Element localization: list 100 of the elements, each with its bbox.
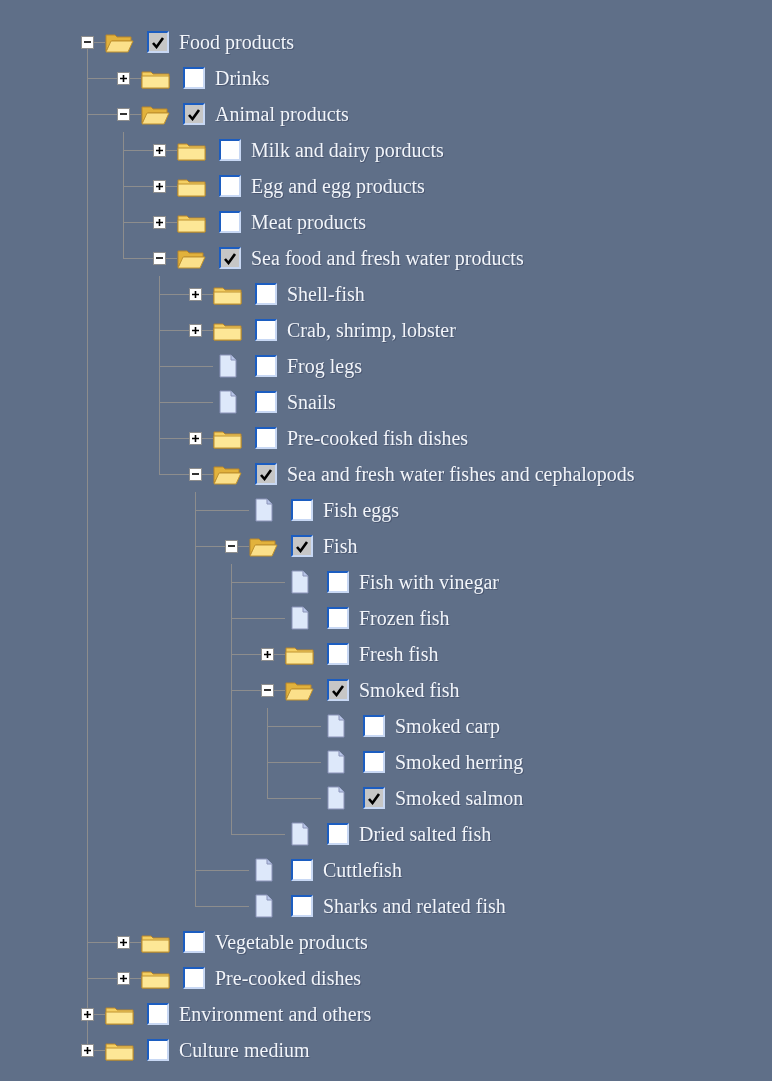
tree-item-label[interactable]: Crab, shrimp, lobster (287, 315, 456, 345)
expand-toggle[interactable] (260, 647, 274, 661)
expand-toggle[interactable] (152, 215, 166, 229)
collapse-toggle[interactable] (80, 35, 94, 49)
tree-item-label[interactable]: Smoked carp (395, 711, 500, 741)
expand-toggle[interactable] (116, 971, 130, 985)
tree-item-label[interactable]: Meat products (251, 207, 366, 237)
checkbox[interactable] (255, 391, 277, 413)
expand-toggle[interactable] (80, 1043, 94, 1057)
checkbox[interactable] (255, 283, 277, 305)
checkbox[interactable] (219, 211, 241, 233)
checkbox[interactable] (219, 175, 241, 197)
plus-icon (190, 289, 200, 299)
checkbox[interactable] (255, 355, 277, 377)
tree-item-label[interactable]: Sea food and fresh water products (251, 243, 524, 273)
tree-item-label[interactable]: Fish eggs (323, 495, 400, 525)
checkbox[interactable] (183, 67, 205, 89)
checkbox[interactable] (255, 319, 277, 341)
plus-icon (82, 1045, 92, 1055)
tree-item-label[interactable]: Smoked fish (359, 675, 460, 705)
document-icon (288, 606, 312, 630)
document-icon (288, 822, 312, 846)
checkbox[interactable] (147, 31, 169, 53)
collapse-toggle[interactable] (152, 251, 166, 265)
plus-icon (118, 973, 128, 983)
document-icon (252, 894, 276, 918)
tree-item-label[interactable]: Sharks and related fish (323, 891, 506, 921)
expand-toggle[interactable] (152, 179, 166, 193)
tree-item-label[interactable]: Frozen fish (359, 603, 450, 633)
tree-item-label[interactable]: Pre-cooked fish dishes (287, 423, 469, 453)
expand-toggle[interactable] (116, 935, 130, 949)
plus-icon (118, 937, 128, 947)
plus-icon (190, 325, 200, 335)
collapse-toggle[interactable] (188, 467, 202, 481)
collapse-toggle[interactable] (260, 683, 274, 697)
checkbox[interactable] (291, 535, 313, 557)
tree-item-label[interactable]: Smoked salmon (395, 783, 524, 813)
tree-item-label[interactable]: Fish (323, 531, 358, 561)
tree-item-label[interactable]: Fresh fish (359, 639, 439, 669)
checkbox[interactable] (327, 571, 349, 593)
document-icon (324, 714, 348, 738)
tree-item-label[interactable]: Milk and dairy porducts (251, 135, 444, 165)
check-icon (259, 467, 273, 481)
collapse-toggle[interactable] (224, 539, 238, 553)
tree-item-label[interactable]: Pre-cooked dishes (215, 963, 362, 993)
tree-item-label[interactable]: Egg and egg products (251, 171, 425, 201)
expand-toggle[interactable] (188, 431, 202, 445)
checkbox[interactable] (183, 931, 205, 953)
checkbox[interactable] (363, 715, 385, 737)
tree-item-label[interactable]: Dried salted fish (359, 819, 492, 849)
plus-icon (154, 145, 164, 155)
checkbox[interactable] (183, 967, 205, 989)
tree-item-label[interactable]: Smoked herring (395, 747, 524, 777)
document-icon (324, 786, 348, 810)
checkbox[interactable] (327, 823, 349, 845)
checkbox[interactable] (255, 463, 277, 485)
checkbox[interactable] (147, 1039, 169, 1061)
checkbox[interactable] (291, 499, 313, 521)
document-icon (216, 354, 240, 378)
tree-item-label[interactable]: Drinks (215, 63, 270, 93)
document-icon (288, 570, 312, 594)
expand-toggle[interactable] (80, 1007, 94, 1021)
document-icon (216, 390, 240, 414)
expand-toggle[interactable] (188, 287, 202, 301)
check-icon (295, 539, 309, 553)
tree-item-label[interactable]: Fish with vinegar (359, 567, 499, 597)
tree-item-label[interactable]: Animal products (215, 99, 349, 129)
checkbox[interactable] (219, 139, 241, 161)
tree-item-label[interactable]: Sea and fresh water fishes and cephalopods (287, 459, 635, 489)
expand-toggle[interactable] (152, 143, 166, 157)
tree-item-label[interactable]: Frog legs (287, 351, 362, 381)
plus-icon (262, 649, 272, 659)
checkbox[interactable] (255, 427, 277, 449)
tree-item-label[interactable]: Culture medium (179, 1035, 310, 1065)
tree-item-label[interactable]: Food products (179, 27, 294, 57)
checkbox[interactable] (147, 1003, 169, 1025)
expand-toggle[interactable] (188, 323, 202, 337)
tree-item-label[interactable]: Cuttlefish (323, 855, 402, 885)
plus-icon (118, 73, 128, 83)
checkbox[interactable] (327, 679, 349, 701)
plus-icon (154, 217, 164, 227)
checkbox[interactable] (327, 643, 349, 665)
checkbox[interactable] (183, 103, 205, 125)
collapse-toggle[interactable] (116, 107, 130, 121)
checkbox[interactable] (327, 607, 349, 629)
plus-icon (82, 1009, 92, 1019)
tree-item-label[interactable]: Environment and others (179, 999, 372, 1029)
tree-item-label[interactable]: Snails (287, 387, 336, 417)
tree-item-label[interactable]: Shell-fish (287, 279, 365, 309)
document-icon (324, 750, 348, 774)
check-icon (151, 35, 165, 49)
checkbox[interactable] (219, 247, 241, 269)
tree-item-label[interactable]: Vegetable products (215, 927, 368, 957)
check-icon (331, 683, 345, 697)
expand-toggle[interactable] (116, 71, 130, 85)
checkbox[interactable] (363, 751, 385, 773)
checkbox[interactable] (291, 895, 313, 917)
plus-icon (154, 181, 164, 191)
checkbox[interactable] (363, 787, 385, 809)
checkbox[interactable] (291, 859, 313, 881)
